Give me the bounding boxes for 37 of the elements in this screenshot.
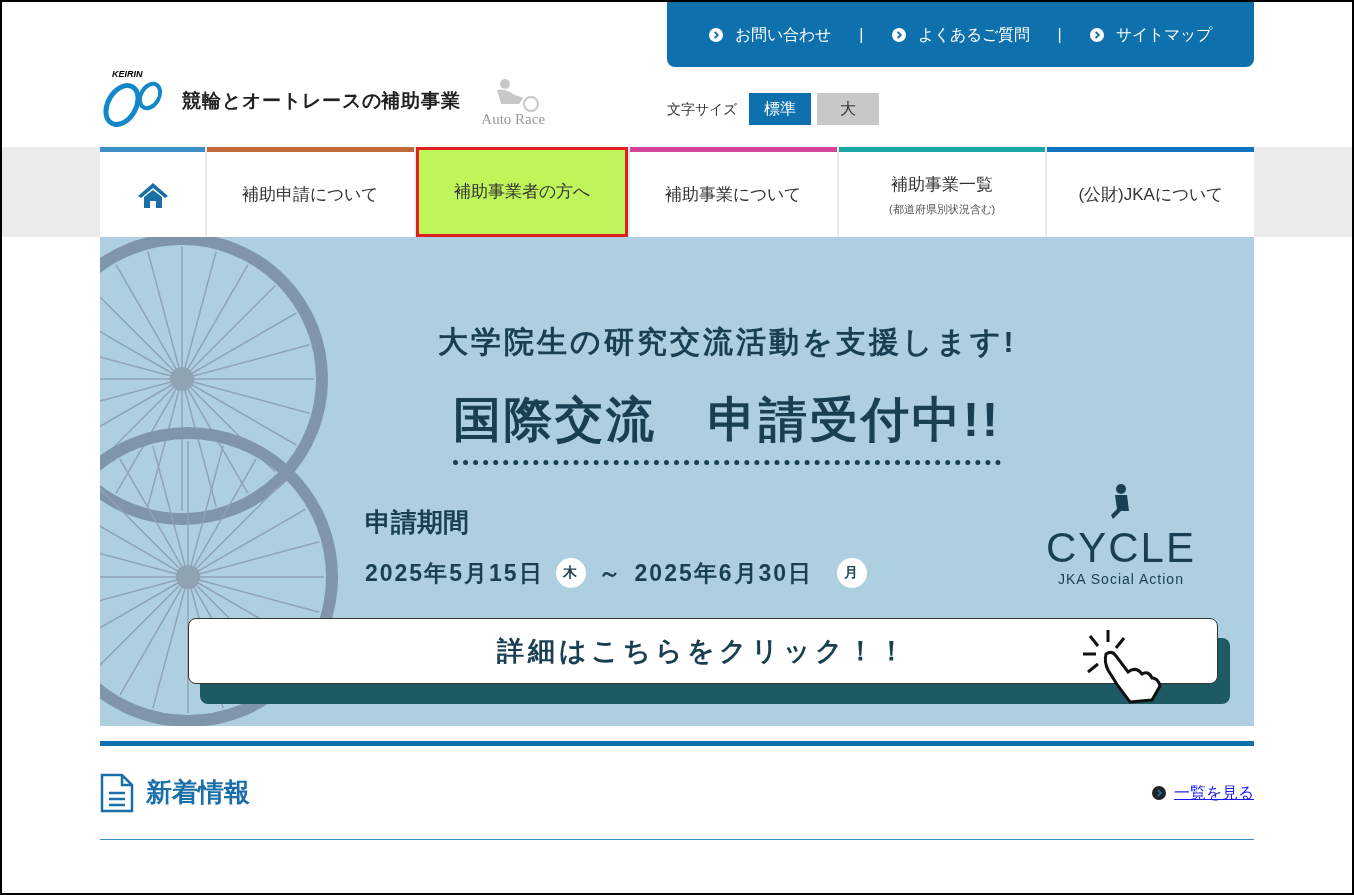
logo-text: KEIRIN [112,70,143,79]
document-icon [100,772,134,813]
weekday-badge: 月 [837,557,868,588]
home-icon [136,180,169,209]
nav-tab[interactable]: 補助申請について [207,147,414,237]
chevron-circle-icon [891,27,906,42]
nav-sublabel: (都道府県別状況含む) [888,202,996,217]
link-separator: | [1057,24,1062,45]
cycle-logo-title: CYCLE [1045,527,1196,569]
link-separator: | [859,24,864,45]
nav-tab[interactable]: (公財)JKAについて [1047,147,1254,237]
start-date: 2025年5月15日 [365,558,544,588]
top-link[interactable]: サイトマップ [1089,22,1212,47]
auto-race-label: Auto Race [481,112,546,127]
period-label: 申請期間 [365,505,470,539]
font-size-label: 文字サイズ [667,99,737,119]
nav-tab[interactable]: 補助事業者の方へ [415,147,629,237]
chevron-circle-icon [1089,27,1104,42]
home-tab[interactable] [100,147,205,237]
nav-tab[interactable]: 補助事業について [630,147,837,237]
view-all-link[interactable]: 一覧を見る [1152,780,1254,805]
chevron-circle-icon [709,27,724,42]
banner[interactable]: 大学院生の研究交流活動を支援します! 国際交流 申請受付中!! 申請期間 2025年5月15日 木 ～ 2025年6月30日 月 CYCLE JKA Social Action 詳細はこちらをクリック！！ [100,237,1254,726]
end-date: 2025年6月30日 [634,558,814,588]
top-link[interactable]: よくあるご質問 [891,22,1030,47]
cycle-logo-subtitle: JKA Social Action [1058,570,1184,589]
banner-headline: 国際交流 申請受付中!! [453,384,1001,465]
top-link[interactable]: お問い合わせ [709,22,832,47]
font-size-option[interactable]: 大 [817,93,879,125]
news-title: 新着情報 [146,776,250,809]
tilde: ～ [597,558,623,588]
site-title: 競輪とオートレースの補助事業 [182,88,462,113]
chevron-circle-icon [1152,785,1166,800]
banner-lead: 大学院生の研究交流活動を支援します! [437,324,1017,360]
font-size-option[interactable]: 標準 [749,93,811,125]
weekday-badge: 木 [555,557,586,588]
nav-tab[interactable]: 補助事業一覧 (都道府県別状況含む) [838,147,1046,237]
